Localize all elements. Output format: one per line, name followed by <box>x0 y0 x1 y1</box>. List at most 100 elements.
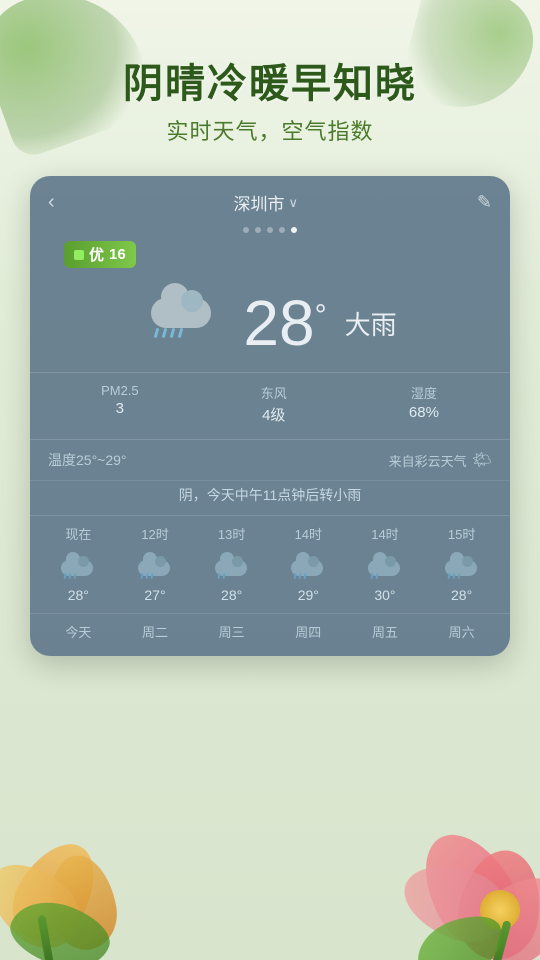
day-item-1: 周二 <box>120 622 190 642</box>
temperature-display: 28 ° <box>243 291 326 355</box>
small-cloud-5 <box>442 551 482 579</box>
source-text: 来自彩云天气 <box>389 451 467 470</box>
dot-2 <box>255 227 261 233</box>
daily-forecast: 今天 周二 周三 周四 周五 周六 <box>30 613 510 656</box>
edit-button[interactable]: ✎ <box>477 192 492 213</box>
s-rain-2 <box>218 573 225 579</box>
s-rain-drop-1b <box>145 573 148 579</box>
hour-label-4: 14时 <box>350 524 420 543</box>
hourly-icons <box>30 547 510 583</box>
s-rain-drop-2b <box>222 573 225 579</box>
s-rain-drop-3c <box>304 573 307 579</box>
weather-icon-large <box>143 288 233 358</box>
wind-value: 4级 <box>261 404 287 425</box>
day-label-2: 周三 <box>219 625 245 640</box>
weather-stats: PM2.5 3 东风 4级 湿度 68% <box>30 372 510 440</box>
small-cloud-1 <box>135 551 175 579</box>
hour-icon-5 <box>427 551 497 579</box>
hour-temp-2: 28° <box>197 587 267 603</box>
source-info: 来自彩云天气 🌤 <box>389 450 492 470</box>
background: 阴晴冷暖早知晓 实时天气，空气指数 ‹ 深圳市 ∨ ✎ 优 16 <box>0 0 540 960</box>
aqi-label: 优 <box>89 244 104 265</box>
aqi-color-indicator <box>74 250 84 260</box>
dot-1 <box>243 227 249 233</box>
aqi-section: 优 16 <box>30 241 510 274</box>
s-rain-drop-3b <box>299 573 302 579</box>
hour-icon-3 <box>273 551 343 579</box>
rain-drop-2 <box>162 328 167 338</box>
weather-main: 28 ° 大雨 <box>30 278 510 372</box>
stat-humidity: 湿度 68% <box>409 383 439 425</box>
hour-icon-2 <box>197 551 267 579</box>
cloud-shape <box>143 288 223 338</box>
small-cloud-4 <box>365 551 405 579</box>
city-dropdown-arrow: ∨ <box>289 195 299 211</box>
hour-label-5: 15时 <box>427 524 497 543</box>
pm25-value: 3 <box>101 400 139 417</box>
hour-label-1: 12时 <box>120 524 190 543</box>
city-name-text: 深圳市 <box>234 190 285 215</box>
day-item-3: 周四 <box>273 622 343 642</box>
cloud-body <box>151 298 211 328</box>
s-rain-drop-4a <box>370 573 373 579</box>
dot-5-active <box>291 227 297 233</box>
s-rain-drop-5b <box>452 573 455 579</box>
wind-label: 东风 <box>261 383 287 402</box>
rain-drops <box>155 328 182 338</box>
hour-label-0: 现在 <box>43 524 113 543</box>
weather-description-main: 大雨 <box>345 305 397 342</box>
hour-icon-0 <box>43 551 113 579</box>
s-rain-drop-0c <box>74 573 77 579</box>
city-selector[interactable]: 深圳市 ∨ <box>234 190 299 215</box>
main-title: 阴晴冷暖早知晓 <box>0 60 540 108</box>
temp-range: 温度25°~29° <box>48 450 127 470</box>
rain-drop-3 <box>170 328 175 338</box>
weather-description-text: 阴，今天中午11点钟后转小雨 <box>30 480 510 515</box>
day-label-1: 周二 <box>142 625 168 640</box>
aqi-value: 16 <box>109 246 126 263</box>
hour-icon-1 <box>120 551 190 579</box>
hour-label-2: 13时 <box>197 524 267 543</box>
day-item-2: 周三 <box>197 622 267 642</box>
temperature-unit: ° <box>315 299 327 333</box>
day-label-3: 周四 <box>295 625 321 640</box>
small-cloud-3 <box>288 551 328 579</box>
temperature-number: 28 <box>243 291 314 355</box>
hourly-temps: 28° 27° 28° 29° 30° 28° <box>30 583 510 613</box>
s-rain-5 <box>448 573 460 579</box>
s-rain-drop-1c <box>150 573 153 579</box>
day-item-4: 周五 <box>350 622 420 642</box>
humidity-label: 湿度 <box>409 383 439 402</box>
s-rain-3 <box>294 573 306 579</box>
s-rain-drop-4b <box>375 573 378 579</box>
s-rain-0 <box>64 573 76 579</box>
lotus-decoration-br <box>320 720 540 960</box>
day-label-4: 周五 <box>372 625 398 640</box>
hour-temp-4: 30° <box>350 587 420 603</box>
hour-temp-5: 28° <box>427 587 497 603</box>
back-button[interactable]: ‹ <box>48 191 55 214</box>
dot-3 <box>267 227 273 233</box>
small-cloud-0 <box>58 551 98 579</box>
s-rain-drop-0b <box>69 573 72 579</box>
rain-drop-1 <box>154 328 159 338</box>
hour-temp-0: 28° <box>43 587 113 603</box>
page-dots <box>30 223 510 241</box>
hour-icon-4 <box>350 551 420 579</box>
temp-source-row: 温度25°~29° 来自彩云天气 🌤 <box>30 440 510 480</box>
day-label-0: 今天 <box>65 625 91 640</box>
s-rain-drop-5c <box>457 573 460 579</box>
weather-card: ‹ 深圳市 ∨ ✎ 优 16 <box>30 176 510 656</box>
hour-temp-1: 27° <box>120 587 190 603</box>
s-rain-drop-2a <box>217 573 220 579</box>
dot-4 <box>279 227 285 233</box>
day-label-5: 周六 <box>449 625 475 640</box>
hour-label-3: 14时 <box>273 524 343 543</box>
s-rain-drop-3a <box>294 573 297 579</box>
stat-wind: 东风 4级 <box>261 383 287 425</box>
small-cloud-2 <box>212 551 252 579</box>
stat-pm25: PM2.5 3 <box>101 383 139 425</box>
s-rain-drop-5a <box>447 573 450 579</box>
s-rain-1 <box>141 573 153 579</box>
sub-title: 实时天气，空气指数 <box>0 114 540 146</box>
